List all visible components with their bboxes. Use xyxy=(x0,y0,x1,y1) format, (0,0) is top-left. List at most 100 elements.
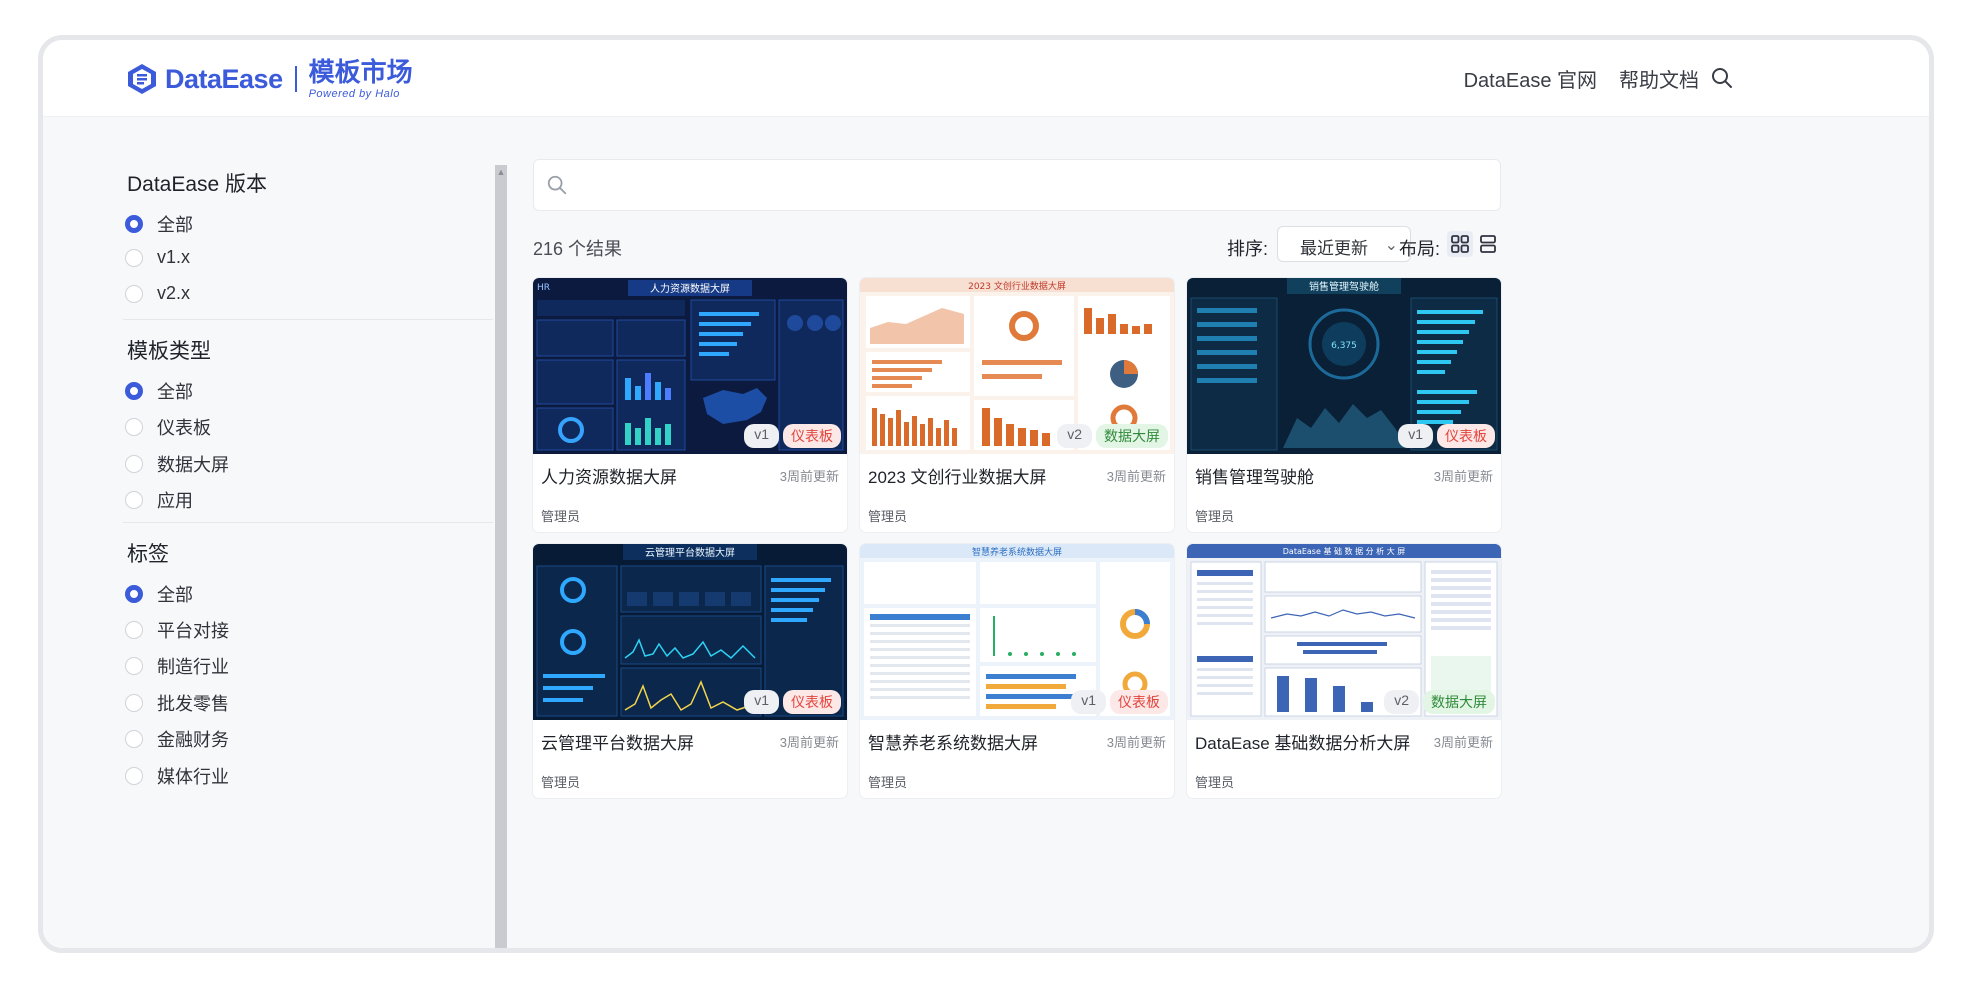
type-badge: 仪表板 xyxy=(1437,424,1495,448)
tag-option-retail[interactable]: 批发零售 xyxy=(125,690,229,716)
svg-text:人力资源数据大屏: 人力资源数据大屏 xyxy=(650,282,730,295)
logo[interactable]: DataEase 模板市场 Powered by Halo xyxy=(125,52,413,106)
template-thumbnail[interactable]: 销售管理驾驶舱 6,375 v1 仪表板 xyxy=(1187,278,1501,454)
radio-icon[interactable] xyxy=(125,694,143,712)
template-thumbnail[interactable]: 人力资源数据大屏 HR v1 仪表板 xyxy=(533,278,847,454)
app-window: DataEase 模板市场 Powered by Halo DataEase 官… xyxy=(38,35,1934,953)
template-thumbnail[interactable]: DataEase 基 础 数 据 分 析 大 屏 v2 数据大屏 xyxy=(1187,544,1501,720)
result-count: 216 个结果 xyxy=(533,239,623,259)
market-title: 模板市场 xyxy=(308,56,413,87)
brand-name: DataEase xyxy=(165,63,283,94)
version-badge: v1 xyxy=(1071,690,1106,714)
svg-text:智慧养老系统数据大屏: 智慧养老系统数据大屏 xyxy=(972,546,1062,558)
card-title: DataEase 基础数据分析大屏 xyxy=(1195,734,1411,753)
svg-text:销售管理驾驶舱: 销售管理驾驶舱 xyxy=(1309,280,1379,293)
tag-filter-title: 标签 xyxy=(127,543,169,566)
radio-icon[interactable] xyxy=(125,621,143,639)
card-updated-time: 3周前更新 xyxy=(1433,469,1493,484)
tag-option-all[interactable]: 全部 xyxy=(125,581,193,607)
list-layout-toggle[interactable] xyxy=(1475,231,1501,257)
card-updated-time: 3周前更新 xyxy=(1106,735,1166,750)
card-updated-time: 3周前更新 xyxy=(1106,469,1166,484)
search-icon[interactable] xyxy=(1710,66,1734,90)
sort-select[interactable]: 最近更新 ⌄ xyxy=(1277,226,1411,262)
svg-text:2023 文创行业数据大屏: 2023 文创行业数据大屏 xyxy=(968,280,1066,292)
svg-text:HR: HR xyxy=(537,283,550,293)
type-badge: 仪表板 xyxy=(1110,690,1168,714)
type-option-all[interactable]: 全部 xyxy=(125,378,193,404)
template-card[interactable]: 智慧养老系统数据大屏 v1 仪表板 智慧养老系统数据大屏 3周前更新 管理员 xyxy=(860,544,1174,798)
card-author: 管理员 xyxy=(1195,775,1235,790)
type-option-screen[interactable]: 数据大屏 xyxy=(125,451,229,477)
type-badge: 数据大屏 xyxy=(1423,690,1495,714)
tag-option-platform[interactable]: 平台对接 xyxy=(125,617,229,643)
version-option-v2[interactable]: v2.x xyxy=(125,283,190,304)
radio-checked-icon[interactable] xyxy=(125,215,143,233)
version-badge: v1 xyxy=(1398,424,1433,448)
card-updated-time: 3周前更新 xyxy=(779,469,839,484)
card-updated-time: 3周前更新 xyxy=(779,735,839,750)
divider xyxy=(123,522,493,523)
template-card[interactable]: DataEase 基 础 数 据 分 析 大 屏 v2 数据大屏 DataEas… xyxy=(1187,544,1501,798)
card-author: 管理员 xyxy=(868,509,908,524)
version-option-all[interactable]: 全部 xyxy=(125,211,193,237)
radio-icon[interactable] xyxy=(125,767,143,785)
svg-text:云管理平台数据大屏: 云管理平台数据大屏 xyxy=(645,546,735,559)
type-badge: 仪表板 xyxy=(783,690,841,714)
sidebar-scrollbar[interactable] xyxy=(495,165,507,948)
sort-label: 排序: xyxy=(1227,239,1269,259)
layout-label: 布局: xyxy=(1399,239,1441,259)
card-author: 管理员 xyxy=(868,775,908,790)
type-filter-title: 模板类型 xyxy=(127,340,211,363)
template-card[interactable]: 2023 文创行业数据大屏 v2 数据大屏 2023 文创行业数据大屏 3周前更… xyxy=(860,278,1174,532)
type-option-app[interactable]: 应用 xyxy=(125,487,193,513)
card-updated-time: 3周前更新 xyxy=(1433,735,1493,750)
search-icon xyxy=(547,175,567,195)
type-badge: 数据大屏 xyxy=(1096,424,1168,448)
logo-divider xyxy=(294,66,297,92)
radio-icon[interactable] xyxy=(125,730,143,748)
template-card[interactable]: 人力资源数据大屏 HR v1 仪表板 人力资源数据大屏 3周前更新 管理员 xyxy=(533,278,847,532)
template-card[interactable]: 云管理平台数据大屏 v1 仪表板 云管理平台数据大屏 3周前更新 管理员 xyxy=(533,544,847,798)
card-title: 2023 文创行业数据大屏 xyxy=(868,468,1047,487)
powered-by: Powered by Halo xyxy=(308,87,400,100)
card-title: 云管理平台数据大屏 xyxy=(541,734,694,753)
search-input[interactable] xyxy=(578,168,1482,204)
template-thumbnail[interactable]: 云管理平台数据大屏 v1 仪表板 xyxy=(533,544,847,720)
grid-layout-toggle[interactable] xyxy=(1447,231,1473,257)
version-option-v1[interactable]: v1.x xyxy=(125,247,190,268)
top-nav: DataEase 官网 帮助文档 xyxy=(1464,64,1699,93)
tag-option-finance[interactable]: 金融财务 xyxy=(125,726,229,752)
radio-icon[interactable] xyxy=(125,657,143,675)
template-search-box[interactable] xyxy=(533,159,1501,211)
template-thumbnail[interactable]: 智慧养老系统数据大屏 v1 仪表板 xyxy=(860,544,1174,720)
radio-icon[interactable] xyxy=(125,455,143,473)
card-title: 销售管理驾驶舱 xyxy=(1195,468,1314,487)
radio-checked-icon[interactable] xyxy=(125,382,143,400)
nav-official-site-link[interactable]: DataEase 官网 xyxy=(1464,64,1597,93)
card-author: 管理员 xyxy=(541,775,581,790)
dataease-logo-icon xyxy=(128,64,156,94)
tag-option-media[interactable]: 媒体行业 xyxy=(125,763,229,789)
radio-icon[interactable] xyxy=(125,418,143,436)
list-icon xyxy=(1480,235,1496,253)
card-title: 智慧养老系统数据大屏 xyxy=(868,734,1038,753)
main-content: 216 个结果 排序: 最近更新 ⌄ 布局: 人力资源数据大屏 HR v1 仪表… xyxy=(533,117,1929,948)
type-badge: 仪表板 xyxy=(783,424,841,448)
version-badge: v2 xyxy=(1057,424,1092,448)
svg-text:DataEase 基 础 数 据 分 析 大 屏: DataEase 基 础 数 据 分 析 大 屏 xyxy=(1283,546,1406,556)
scroll-up-arrow-icon[interactable]: ▲ xyxy=(495,166,507,178)
card-title: 人力资源数据大屏 xyxy=(541,468,677,487)
type-option-dashboard[interactable]: 仪表板 xyxy=(125,414,211,440)
tag-option-manufacturing[interactable]: 制造行业 xyxy=(125,653,229,679)
radio-icon[interactable] xyxy=(125,248,143,267)
divider xyxy=(123,319,493,320)
version-filter-title: DataEase 版本 xyxy=(127,173,268,196)
radio-icon[interactable] xyxy=(125,284,143,303)
template-thumbnail[interactable]: 2023 文创行业数据大屏 v2 数据大屏 xyxy=(860,278,1174,454)
template-card[interactable]: 销售管理驾驶舱 6,375 v1 仪表板 销售管理驾驶舱 3周前更新 管理员 xyxy=(1187,278,1501,532)
nav-help-docs-link[interactable]: 帮助文档 xyxy=(1619,64,1699,93)
radio-icon[interactable] xyxy=(125,491,143,509)
card-author: 管理员 xyxy=(1195,509,1235,524)
radio-checked-icon[interactable] xyxy=(125,585,143,603)
